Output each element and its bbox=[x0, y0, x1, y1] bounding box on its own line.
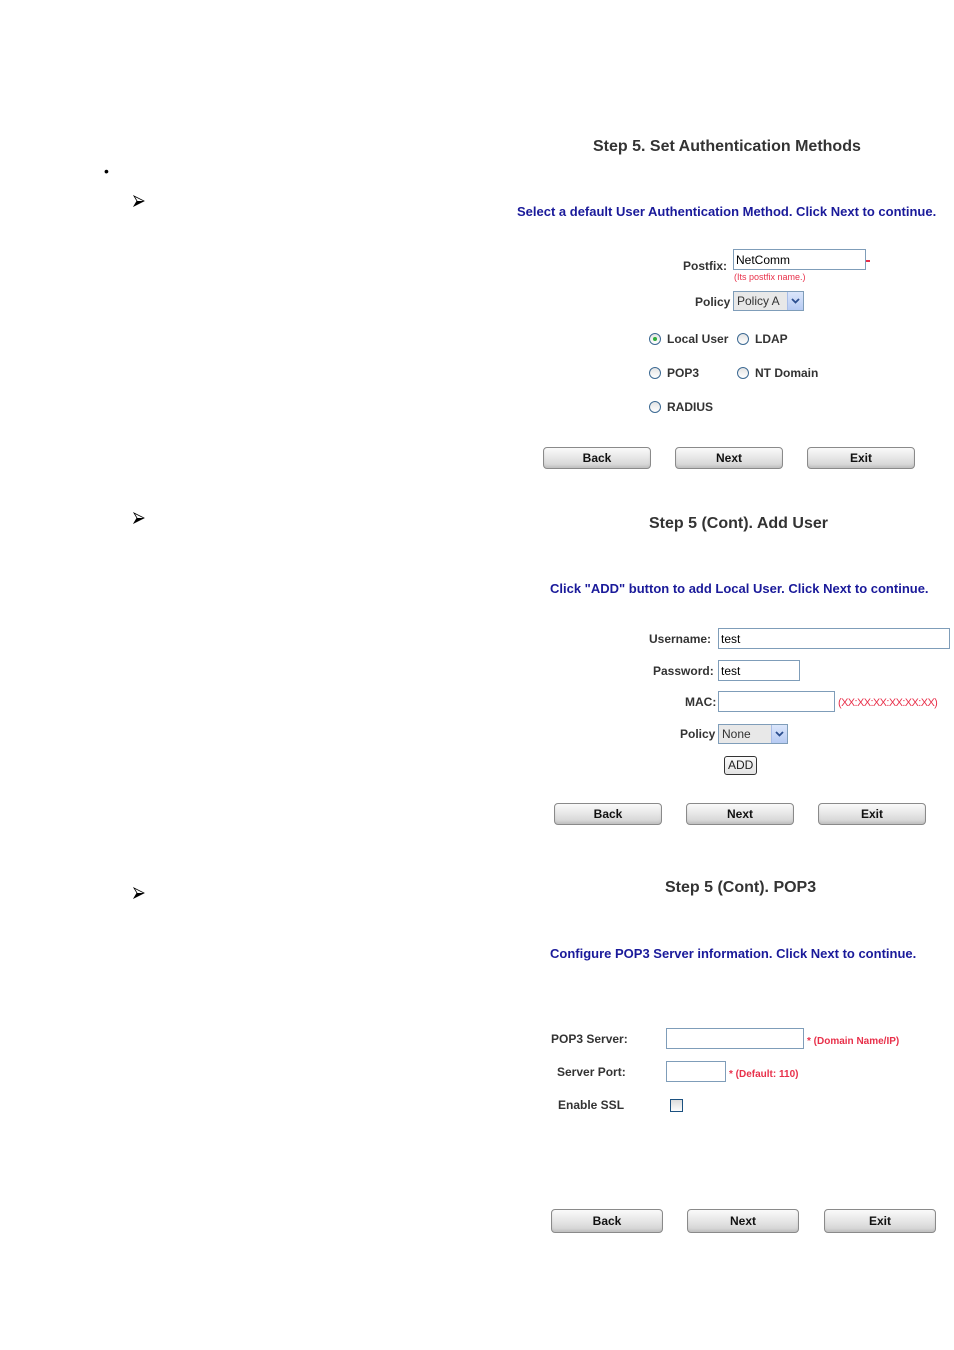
arrow-bullet-icon bbox=[133, 512, 147, 526]
policy-select[interactable]: Policy A bbox=[733, 291, 804, 311]
exit-button[interactable]: Exit bbox=[818, 803, 926, 825]
pop3-server-label: POP3 Server: bbox=[551, 1032, 628, 1046]
policy-selected-value: None bbox=[722, 727, 751, 741]
radio-button-icon[interactable] bbox=[649, 401, 661, 413]
chevron-down-icon[interactable] bbox=[771, 725, 787, 743]
policy-label: Policy bbox=[680, 727, 716, 741]
mac-label: MAC: bbox=[685, 695, 717, 709]
enable-ssl-checkbox[interactable] bbox=[670, 1099, 683, 1112]
pop3-server-input[interactable] bbox=[666, 1028, 804, 1049]
mac-input[interactable] bbox=[718, 691, 835, 712]
pop3-step-title: Step 5 (Cont). POP3 bbox=[665, 879, 817, 896]
pop3-server-hint: * (Domain Name/IP) bbox=[807, 1036, 900, 1047]
radio-button-icon[interactable] bbox=[649, 333, 661, 345]
auth-instruction: Select a default User Authentication Met… bbox=[517, 204, 937, 219]
postfix-label: Postfix: bbox=[683, 259, 728, 273]
back-button[interactable]: Back bbox=[551, 1209, 663, 1233]
password-label: Password: bbox=[653, 664, 714, 678]
radio-button-icon[interactable] bbox=[737, 367, 749, 379]
exit-button[interactable]: Exit bbox=[807, 447, 915, 469]
pop3-instruction: Configure POP3 Server information. Click… bbox=[550, 946, 917, 961]
password-input[interactable] bbox=[718, 660, 800, 681]
back-button[interactable]: Back bbox=[554, 803, 662, 825]
radio-pop3[interactable]: POP3 bbox=[649, 366, 699, 380]
next-button[interactable]: Next bbox=[686, 803, 794, 825]
add-user-step-title: Step 5 (Cont). Add User bbox=[649, 515, 828, 532]
add-user-instruction: Click "ADD" button to add Local User. Cl… bbox=[550, 581, 929, 596]
policy-select[interactable]: None bbox=[718, 724, 788, 744]
back-button[interactable]: Back bbox=[543, 447, 651, 469]
radio-nt-domain[interactable]: NT Domain bbox=[737, 366, 818, 380]
chevron-down-icon[interactable] bbox=[787, 292, 803, 310]
enable-ssl-label: Enable SSL bbox=[558, 1098, 625, 1112]
next-button[interactable]: Next bbox=[675, 447, 783, 469]
server-port-hint: * (Default: 110) bbox=[729, 1069, 799, 1080]
arrow-bullet-icon bbox=[133, 887, 147, 901]
username-label: Username: bbox=[649, 632, 712, 646]
policy-label: Policy bbox=[695, 295, 731, 309]
policy-selected-value: Policy A bbox=[737, 294, 780, 308]
username-input[interactable] bbox=[718, 628, 950, 649]
next-button[interactable]: Next bbox=[687, 1209, 799, 1233]
exit-button[interactable]: Exit bbox=[824, 1209, 936, 1233]
radio-button-icon[interactable] bbox=[649, 367, 661, 379]
radio-button-icon[interactable] bbox=[737, 333, 749, 345]
radio-local-user[interactable]: Local User bbox=[649, 332, 728, 346]
server-port-input[interactable] bbox=[666, 1061, 726, 1082]
radio-label: POP3 bbox=[667, 366, 700, 380]
radio-label: Local User bbox=[667, 332, 729, 346]
postfix-input[interactable] bbox=[733, 249, 866, 270]
mac-format-hint: (XX:XX:XX:XX:XX:XX) bbox=[838, 697, 938, 709]
auth-step-title: Step 5. Set Authentication Methods bbox=[593, 138, 861, 155]
radio-label: RADIUS bbox=[667, 400, 714, 414]
bullet-point: • bbox=[104, 163, 109, 179]
server-port-label: Server Port: bbox=[557, 1065, 626, 1079]
postfix-hint: (Its postfix name.) bbox=[734, 272, 806, 282]
radio-label: LDAP bbox=[755, 332, 788, 346]
arrow-bullet-icon bbox=[133, 195, 147, 209]
required-marker bbox=[866, 260, 870, 262]
radio-label: NT Domain bbox=[755, 366, 819, 380]
radio-radius[interactable]: RADIUS bbox=[649, 400, 713, 414]
radio-ldap[interactable]: LDAP bbox=[737, 332, 788, 346]
add-user-button[interactable]: ADD bbox=[724, 756, 758, 775]
